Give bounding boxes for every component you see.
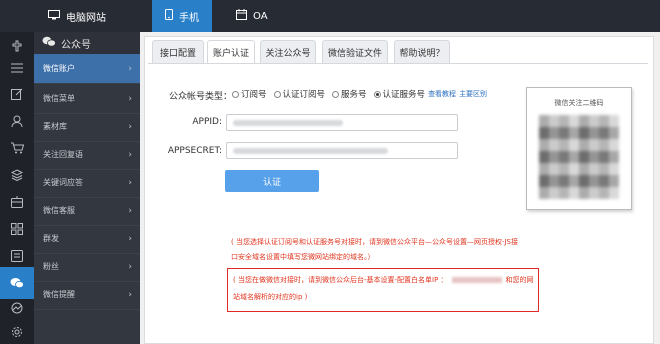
chevron-right-icon: ›	[128, 149, 132, 160]
menu-item-material-library[interactable]: 素材库 ›	[34, 112, 140, 142]
chevron-right-icon: ›	[128, 233, 132, 244]
tab-label: 关注公众号	[265, 48, 311, 59]
whitelist-note-line2: 站域名解析的对应的ip )	[233, 293, 308, 301]
radio-verified-service[interactable]: 认证服务号	[373, 88, 426, 100]
gear-icon[interactable]	[0, 316, 34, 344]
whitelist-note-text: ( 当您在做微信对接时，请到微信公众后台-基本设置-配置白名单IP ：	[233, 276, 448, 284]
tab-oa[interactable]: OA	[236, 0, 276, 32]
chevron-right-icon: ›	[128, 177, 132, 188]
menu-item-follow-reply[interactable]: 关注回复语 ›	[34, 140, 140, 170]
appid-input[interactable]	[226, 114, 458, 131]
chevron-right-icon: ›	[128, 289, 132, 300]
appsecret-label: APPSECRET:	[167, 146, 222, 156]
difference-link[interactable]: 主要区别	[459, 89, 487, 99]
chevron-right-icon: ›	[128, 93, 132, 104]
tab-help[interactable]: 帮助说明？	[394, 40, 450, 64]
menu-item-label: 微信菜单	[43, 94, 75, 103]
wechat-icon	[42, 36, 56, 50]
left-menu: 公众号 微信账户 › 微信菜单 › 素材库 › 关注回复语 › 关键词应答 › …	[34, 32, 140, 344]
tab-mobile-label: 手机	[179, 12, 199, 24]
chevron-right-icon: ›	[128, 63, 132, 74]
menu-item-customer-service[interactable]: 微信客服 ›	[34, 196, 140, 226]
menu-item-label: 关注回复语	[43, 150, 83, 159]
tab-label: 账户认证	[212, 48, 249, 59]
menu-item-keyword-reply[interactable]: 关键词应答 ›	[34, 168, 140, 198]
tab-interface-config[interactable]: 接口配置	[152, 40, 204, 64]
menu-item-wechat-account[interactable]: 微信账户 ›	[34, 54, 140, 84]
whitelist-note-text-end: 和您的网	[505, 276, 534, 284]
tab-label: 帮助说明？	[399, 48, 445, 59]
redacted-ip	[451, 277, 502, 283]
radio-label: 认证订阅号	[282, 90, 326, 100]
menu-item-label: 微信提醒	[43, 290, 75, 299]
menu-item-label: 微信账户	[43, 64, 75, 73]
tab-verify-file[interactable]: 微信验证文件	[322, 40, 388, 64]
menu-item-wechat-menu[interactable]: 微信菜单 ›	[34, 84, 140, 114]
menu-item-reminder[interactable]: 微信提醒 ›	[34, 280, 140, 310]
menu-item-label: 素材库	[43, 122, 67, 131]
tab-follow-account[interactable]: 关注公众号	[260, 40, 316, 64]
menu-item-label: 关键词应答	[43, 178, 83, 187]
chevron-right-icon: ›	[128, 205, 132, 216]
menu-item-broadcast[interactable]: 群发 ›	[34, 224, 140, 254]
menu-header-label: 公众号	[61, 39, 91, 51]
icon-sidebar	[0, 32, 34, 344]
monitor-icon	[48, 9, 60, 23]
tab-oa-label: OA	[253, 10, 268, 22]
menu-item-label: 粉丝	[43, 262, 59, 271]
chevron-right-icon: ›	[128, 121, 132, 132]
tab-divider	[148, 63, 648, 64]
tab-label: 微信验证文件	[327, 48, 382, 59]
radio-label: 订阅号	[241, 90, 267, 100]
appsecret-input[interactable]	[226, 142, 458, 159]
whitelist-note-line1: ( 当您在做微信对接时，请到微信公众后台-基本设置-配置白名单IP ： 和您的网	[233, 275, 534, 285]
qr-code-image	[539, 115, 619, 199]
menu-item-label: 微信客服	[43, 206, 75, 215]
radio-subscription[interactable]: 订阅号	[232, 88, 267, 100]
phone-icon	[165, 9, 173, 23]
qr-title: 微信关注二维码	[554, 99, 604, 107]
auth-domain-note-line2: 口安全域名设置中填写您微网站绑定的域名。）	[231, 253, 375, 261]
auth-domain-note-line1: ( 当您选择认证订阅号和认证服务号对接时，请到微信公众平台—公众号设置—网页授权…	[231, 238, 518, 246]
tab-mobile[interactable]: 手机	[152, 0, 212, 32]
account-type-label: 公众帐号类型：	[168, 92, 232, 102]
verify-button[interactable]: 认证	[225, 170, 319, 192]
account-type-radio-group: 订阅号 认证订阅号 服务号 认证服务号 查看教程 主要区别	[232, 88, 487, 100]
menu-header: 公众号	[34, 32, 140, 54]
menu-item-fans[interactable]: 粉丝 ›	[34, 252, 140, 282]
appid-label: APPID:	[192, 117, 222, 127]
radio-label: 认证服务号	[382, 90, 426, 100]
calendar-icon	[236, 9, 247, 23]
menu-item-label: 群发	[43, 234, 59, 243]
radio-label: 服务号	[341, 90, 367, 100]
tab-desktop-site-label: 电脑网站	[66, 12, 106, 24]
chevron-right-icon: ›	[128, 261, 132, 272]
tab-label: 接口配置	[159, 48, 196, 59]
tab-desktop-site[interactable]: 电脑网站	[48, 0, 140, 32]
radio-verified-subscription[interactable]: 认证订阅号	[273, 88, 326, 100]
qr-code-box: 微信关注二维码	[526, 87, 632, 210]
radio-service[interactable]: 服务号	[332, 88, 367, 100]
tutorial-link[interactable]: 查看教程	[428, 89, 456, 99]
tab-account-auth[interactable]: 账户认证	[207, 40, 255, 64]
top-bar: 电脑网站 手机 OA	[0, 0, 660, 32]
